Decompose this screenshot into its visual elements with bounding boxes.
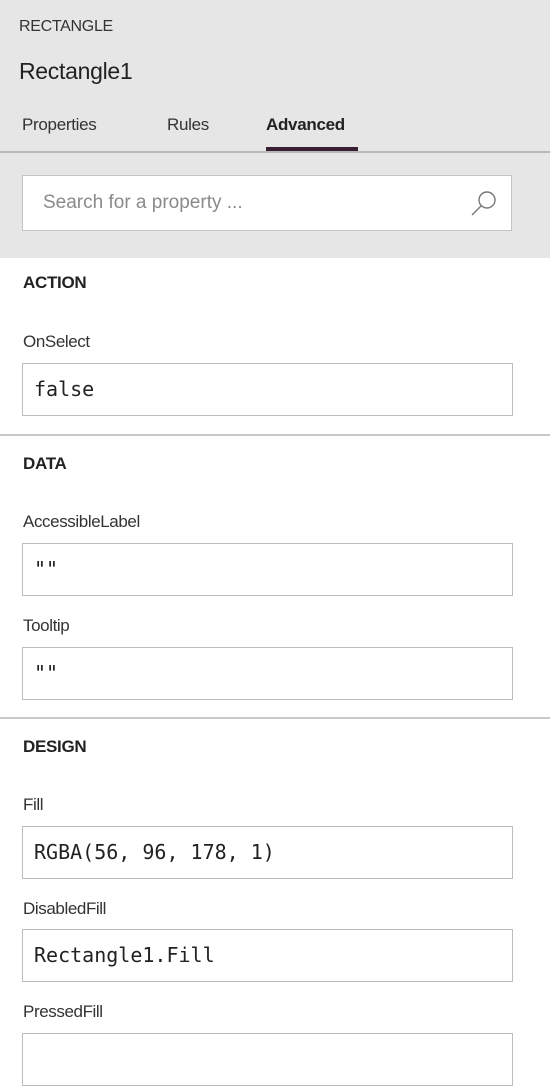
tab-rules[interactable]: Rules	[167, 115, 209, 135]
property-label-disabledfill: DisabledFill	[23, 899, 107, 918]
section-title-design: DESIGN	[23, 737, 87, 756]
tab-advanced[interactable]: Advanced	[266, 115, 345, 135]
property-field-fill[interactable]: RGBA(56, 96, 178, 1)	[22, 826, 513, 879]
property-field-pressedfill[interactable]	[22, 1033, 513, 1086]
active-tab-indicator	[266, 147, 358, 151]
panel-header: RECTANGLE Rectangle1 Properties Rules Ad…	[0, 0, 550, 258]
property-label-pressedfill: PressedFill	[23, 1002, 103, 1021]
property-field-tooltip[interactable]: ""	[22, 647, 513, 700]
property-search-box[interactable]	[22, 175, 512, 231]
section-divider	[0, 434, 550, 436]
property-search-input[interactable]	[23, 176, 453, 230]
section-title-data: DATA	[23, 454, 67, 473]
property-field-onselect[interactable]: false	[22, 363, 513, 416]
tabs-divider	[0, 151, 550, 153]
section-title-action: ACTION	[23, 273, 87, 292]
object-name-title[interactable]: Rectangle1	[19, 58, 133, 85]
tab-properties[interactable]: Properties	[22, 115, 97, 135]
property-label-accessiblelabel: AccessibleLabel	[23, 512, 140, 531]
property-label-onselect: OnSelect	[23, 332, 90, 351]
property-field-disabledfill[interactable]: Rectangle1.Fill	[22, 929, 513, 982]
property-label-fill: Fill	[23, 795, 44, 814]
property-label-tooltip: Tooltip	[23, 616, 70, 635]
property-field-accessiblelabel[interactable]: ""	[22, 543, 513, 596]
section-divider	[0, 717, 550, 719]
search-icon[interactable]	[469, 189, 499, 219]
object-type-label: RECTANGLE	[19, 18, 113, 35]
